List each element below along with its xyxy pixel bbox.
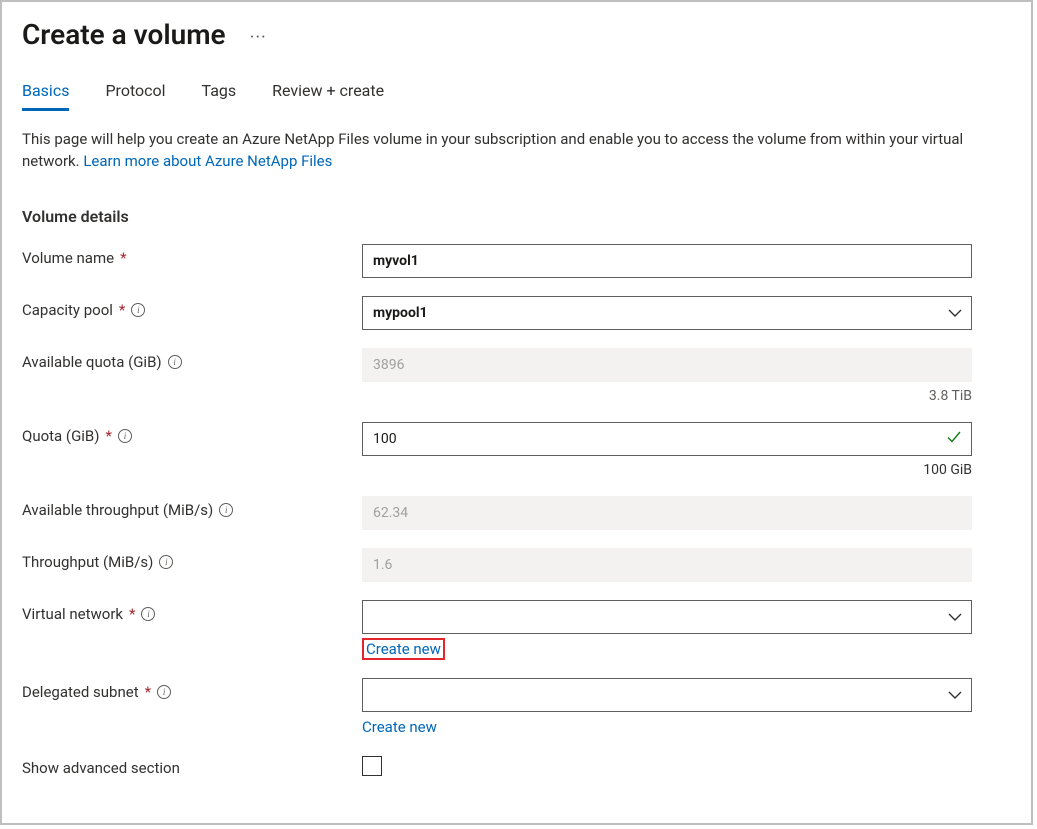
required-marker: *	[129, 605, 135, 623]
volume-name-input[interactable]	[362, 244, 972, 278]
required-marker: *	[145, 683, 151, 701]
row-virtual-network: Virtual network * i Create new	[22, 600, 1011, 660]
required-marker: *	[120, 249, 126, 267]
checkmark-icon	[946, 429, 962, 449]
quota-hint: 100 GiB	[362, 462, 972, 478]
header: Create a volume ···	[22, 18, 1011, 51]
label-available-throughput: Available throughput (MiB/s)	[22, 501, 213, 519]
row-delegated-subnet: Delegated subnet * i Create new	[22, 678, 1011, 736]
tab-tags[interactable]: Tags	[202, 81, 237, 111]
virtual-network-select[interactable]	[362, 600, 972, 634]
create-new-subnet-link[interactable]: Create new	[362, 718, 437, 736]
row-available-throughput: Available throughput (MiB/s) i	[22, 496, 1011, 530]
create-new-vnet-link[interactable]: Create new	[362, 638, 445, 660]
quota-input[interactable]	[362, 422, 972, 456]
info-icon[interactable]: i	[159, 555, 173, 569]
row-capacity-pool: Capacity pool * i	[22, 296, 1011, 330]
available-quota-hint: 3.8 TiB	[362, 388, 972, 404]
delegated-subnet-select[interactable]	[362, 678, 972, 712]
info-icon[interactable]: i	[118, 429, 132, 443]
label-available-quota: Available quota (GiB)	[22, 353, 162, 371]
label-delegated-subnet: Delegated subnet	[22, 683, 139, 701]
info-icon[interactable]: i	[131, 303, 145, 317]
row-quota: Quota (GiB) * i 100 GiB	[22, 422, 1011, 478]
label-volume-name: Volume name	[22, 249, 114, 267]
info-icon[interactable]: i	[157, 685, 171, 699]
tab-review-create[interactable]: Review + create	[272, 81, 384, 111]
page-title: Create a volume	[22, 18, 226, 51]
info-icon[interactable]: i	[219, 503, 233, 517]
capacity-pool-select[interactable]	[362, 296, 972, 330]
required-marker: *	[119, 301, 125, 319]
intro-text: This page will help you create an Azure …	[22, 129, 992, 173]
label-throughput: Throughput (MiB/s)	[22, 553, 153, 571]
label-show-advanced: Show advanced section	[22, 759, 180, 777]
tab-bar: Basics Protocol Tags Review + create	[22, 81, 1011, 111]
row-available-quota: Available quota (GiB) i 3.8 TiB	[22, 348, 1011, 404]
row-throughput: Throughput (MiB/s) i	[22, 548, 1011, 582]
more-actions-button[interactable]: ···	[250, 27, 267, 48]
available-quota-display	[362, 348, 972, 382]
required-marker: *	[106, 427, 112, 445]
tab-protocol[interactable]: Protocol	[105, 81, 165, 111]
row-show-advanced: Show advanced section	[22, 754, 1011, 788]
show-advanced-checkbox[interactable]	[362, 756, 382, 776]
tab-basics[interactable]: Basics	[22, 81, 69, 111]
info-icon[interactable]: i	[141, 607, 155, 621]
section-heading-volume-details: Volume details	[22, 207, 1011, 226]
available-throughput-display	[362, 496, 972, 530]
create-volume-panel: Create a volume ··· Basics Protocol Tags…	[0, 0, 1033, 825]
throughput-display	[362, 548, 972, 582]
label-quota: Quota (GiB)	[22, 427, 100, 445]
label-capacity-pool: Capacity pool	[22, 301, 113, 319]
label-virtual-network: Virtual network	[22, 605, 123, 623]
row-volume-name: Volume name *	[22, 244, 1011, 278]
learn-more-link[interactable]: Learn more about Azure NetApp Files	[83, 152, 332, 170]
info-icon[interactable]: i	[168, 355, 182, 369]
